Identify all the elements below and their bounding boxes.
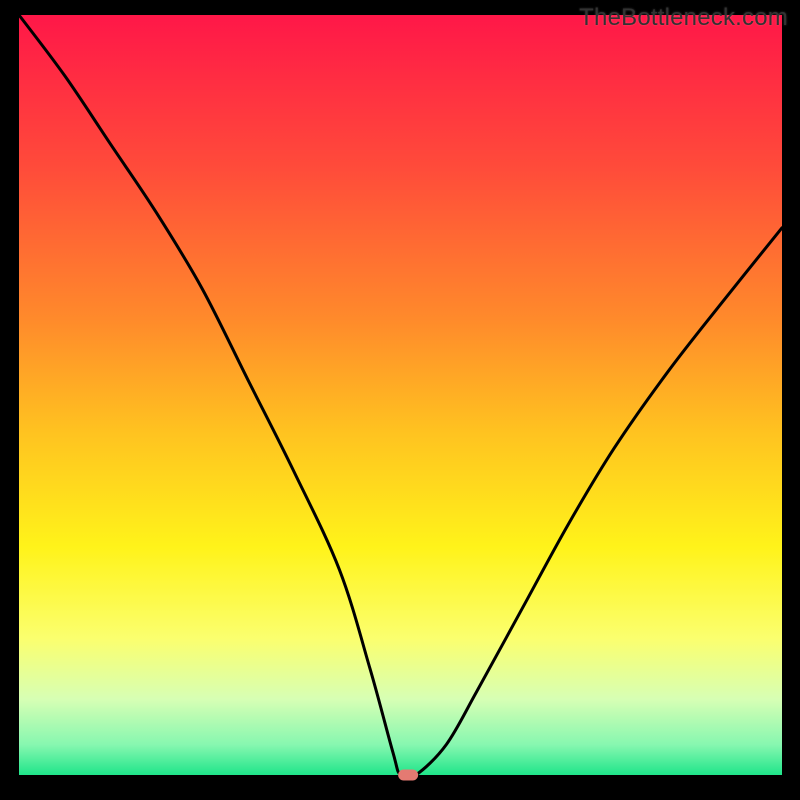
chart-gradient-bg bbox=[19, 15, 782, 775]
chart-canvas bbox=[0, 0, 800, 800]
bottleneck-chart: TheBottleneck.com bbox=[0, 0, 800, 800]
watermark-label: TheBottleneck.com bbox=[579, 4, 788, 32]
optimal-point-marker bbox=[398, 770, 418, 781]
